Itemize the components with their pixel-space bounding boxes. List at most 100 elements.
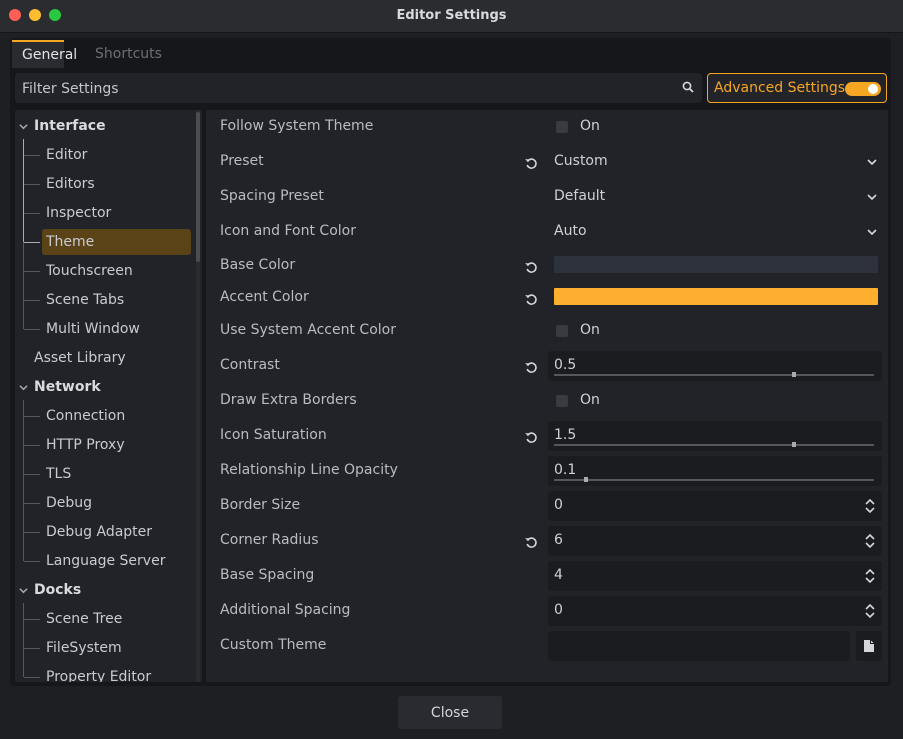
- revert-icon[interactable]: [524, 156, 538, 170]
- tree-item-multi-window[interactable]: Multi Window: [15, 316, 195, 342]
- chevron-down-icon[interactable]: [19, 113, 28, 142]
- tree-item-label: Interface: [34, 118, 106, 134]
- base-spacing-spinbox[interactable]: 4: [548, 561, 882, 591]
- tree-item-touchscreen[interactable]: Touchscreen: [15, 258, 195, 284]
- toggle-switch[interactable]: [845, 82, 881, 96]
- updown-arrows-icon[interactable]: [864, 568, 876, 584]
- checkbox-box: [556, 121, 568, 133]
- revert-icon[interactable]: [524, 360, 538, 374]
- slider-grabber[interactable]: [792, 372, 796, 377]
- row-accent-color: Accent Color: [206, 281, 888, 316]
- slider-value: 1.5: [554, 427, 577, 443]
- tree-item-docks[interactable]: Docks: [15, 577, 195, 603]
- preset-dropdown[interactable]: Custom: [548, 147, 882, 177]
- tree-item-connection[interactable]: Connection: [15, 403, 195, 429]
- tree-item-theme[interactable]: Theme: [42, 229, 191, 255]
- toggle-knob: [868, 84, 878, 94]
- setting-label: Accent Color: [220, 289, 309, 305]
- slider-grabber[interactable]: [584, 477, 588, 482]
- use-system-accent-checkbox[interactable]: On: [548, 316, 882, 346]
- tab-general[interactable]: General: [12, 40, 77, 68]
- tree-item-asset-library[interactable]: Asset Library: [15, 345, 195, 371]
- setting-label: Icon and Font Color: [220, 223, 356, 239]
- tree-item-label: Network: [34, 379, 101, 395]
- tree-item-filesystem[interactable]: FileSystem: [15, 635, 195, 661]
- setting-label: Contrast: [220, 357, 280, 373]
- tree-item-debug[interactable]: Debug: [15, 490, 195, 516]
- spacing-preset-dropdown[interactable]: Default: [548, 182, 882, 212]
- updown-arrows-icon[interactable]: [864, 603, 876, 619]
- revert-icon[interactable]: [524, 535, 538, 549]
- setting-label: Corner Radius: [220, 532, 319, 548]
- setting-label: Use System Accent Color: [220, 322, 396, 338]
- settings-inspector: Follow System Theme On Preset Custom Spa…: [206, 110, 888, 682]
- chevron-down-icon[interactable]: [19, 577, 28, 606]
- revert-icon[interactable]: [524, 430, 538, 444]
- base-color-picker[interactable]: [554, 256, 878, 273]
- tree-item-scene-tree[interactable]: Scene Tree: [15, 606, 195, 632]
- filter-settings-input[interactable]: [20, 73, 664, 105]
- row-custom-theme: Custom Theme: [206, 629, 888, 664]
- tree-item-interface[interactable]: Interface: [15, 113, 195, 139]
- draw-extra-borders-checkbox[interactable]: On: [548, 386, 882, 416]
- corner-radius-spinbox[interactable]: 6: [548, 526, 882, 556]
- revert-icon[interactable]: [524, 292, 538, 306]
- tree-item-network[interactable]: Network: [15, 374, 195, 400]
- border-size-spinbox[interactable]: 0: [548, 491, 882, 521]
- setting-label: Base Color: [220, 257, 296, 273]
- custom-theme-path-field[interactable]: [548, 631, 850, 661]
- tree-item-editors[interactable]: Editors: [15, 171, 195, 197]
- spinbox-value: 0: [554, 497, 563, 513]
- tree-item-label: Asset Library: [34, 350, 126, 366]
- advanced-settings-toggle[interactable]: Advanced Settings: [707, 73, 887, 103]
- additional-spacing-spinbox[interactable]: 0: [548, 596, 882, 626]
- slider-grabber[interactable]: [792, 442, 796, 447]
- tree-item-scene-tabs[interactable]: Scene Tabs: [15, 287, 195, 313]
- contrast-slider[interactable]: 0.5: [548, 351, 882, 381]
- slider-track: [554, 444, 874, 446]
- checkbox-label: On: [580, 118, 600, 134]
- tree-item-tls[interactable]: TLS: [15, 461, 195, 487]
- row-preset: Preset Custom: [206, 145, 888, 180]
- row-draw-extra-borders: Draw Extra Borders On: [206, 384, 888, 419]
- follow-system-theme-checkbox[interactable]: On: [548, 112, 882, 142]
- search-icon: [682, 81, 694, 93]
- tree-item-label: Theme: [46, 234, 95, 250]
- updown-arrows-icon[interactable]: [864, 498, 876, 514]
- revert-icon[interactable]: [524, 260, 538, 274]
- slider-value: 0.1: [554, 462, 577, 478]
- tree-guide-line: [24, 242, 40, 243]
- relationship-line-opacity-slider[interactable]: 0.1: [548, 456, 882, 486]
- tree-guide-line-selected: [23, 139, 24, 242]
- row-use-system-accent: Use System Accent Color On: [206, 314, 888, 349]
- row-contrast: Contrast 0.5: [206, 349, 888, 384]
- tree-item-label: Multi Window: [46, 321, 140, 337]
- updown-arrows-icon[interactable]: [864, 533, 876, 549]
- tab-shortcuts[interactable]: Shortcuts: [85, 40, 172, 68]
- spinbox-value: 0: [554, 602, 563, 618]
- tree-item-label: Debug: [46, 495, 93, 511]
- tree-item-debug-adapter[interactable]: Debug Adapter: [15, 519, 195, 545]
- browse-file-button[interactable]: [856, 631, 882, 661]
- slider-track: [554, 479, 874, 481]
- icon-font-color-dropdown[interactable]: Auto: [548, 217, 882, 247]
- close-button[interactable]: Close: [398, 696, 502, 729]
- tree-item-property-editor[interactable]: Property Editor: [15, 664, 195, 682]
- tree-item-label: TLS: [46, 466, 72, 482]
- tree-item-language-server[interactable]: Language Server: [15, 548, 195, 574]
- accent-color-picker[interactable]: [554, 288, 878, 305]
- tree-item-label: Editor: [46, 147, 88, 163]
- chevron-down-icon[interactable]: [19, 374, 28, 403]
- tree-scrollbar-grabber[interactable]: [196, 112, 200, 262]
- tree-item-editor[interactable]: Editor: [15, 142, 195, 168]
- setting-label: Icon Saturation: [220, 427, 327, 443]
- row-additional-spacing: Additional Spacing 0: [206, 594, 888, 629]
- checkbox-label: On: [580, 392, 600, 408]
- spinbox-value: 6: [554, 532, 563, 548]
- tree-item-http-proxy[interactable]: HTTP Proxy: [15, 432, 195, 458]
- tree-item-inspector[interactable]: Inspector: [15, 200, 195, 226]
- icon-saturation-slider[interactable]: 1.5: [548, 421, 882, 451]
- row-follow-system-theme: Follow System Theme On: [206, 110, 888, 145]
- dropdown-value: Default: [554, 188, 606, 204]
- tree-item-label: Debug Adapter: [46, 524, 153, 540]
